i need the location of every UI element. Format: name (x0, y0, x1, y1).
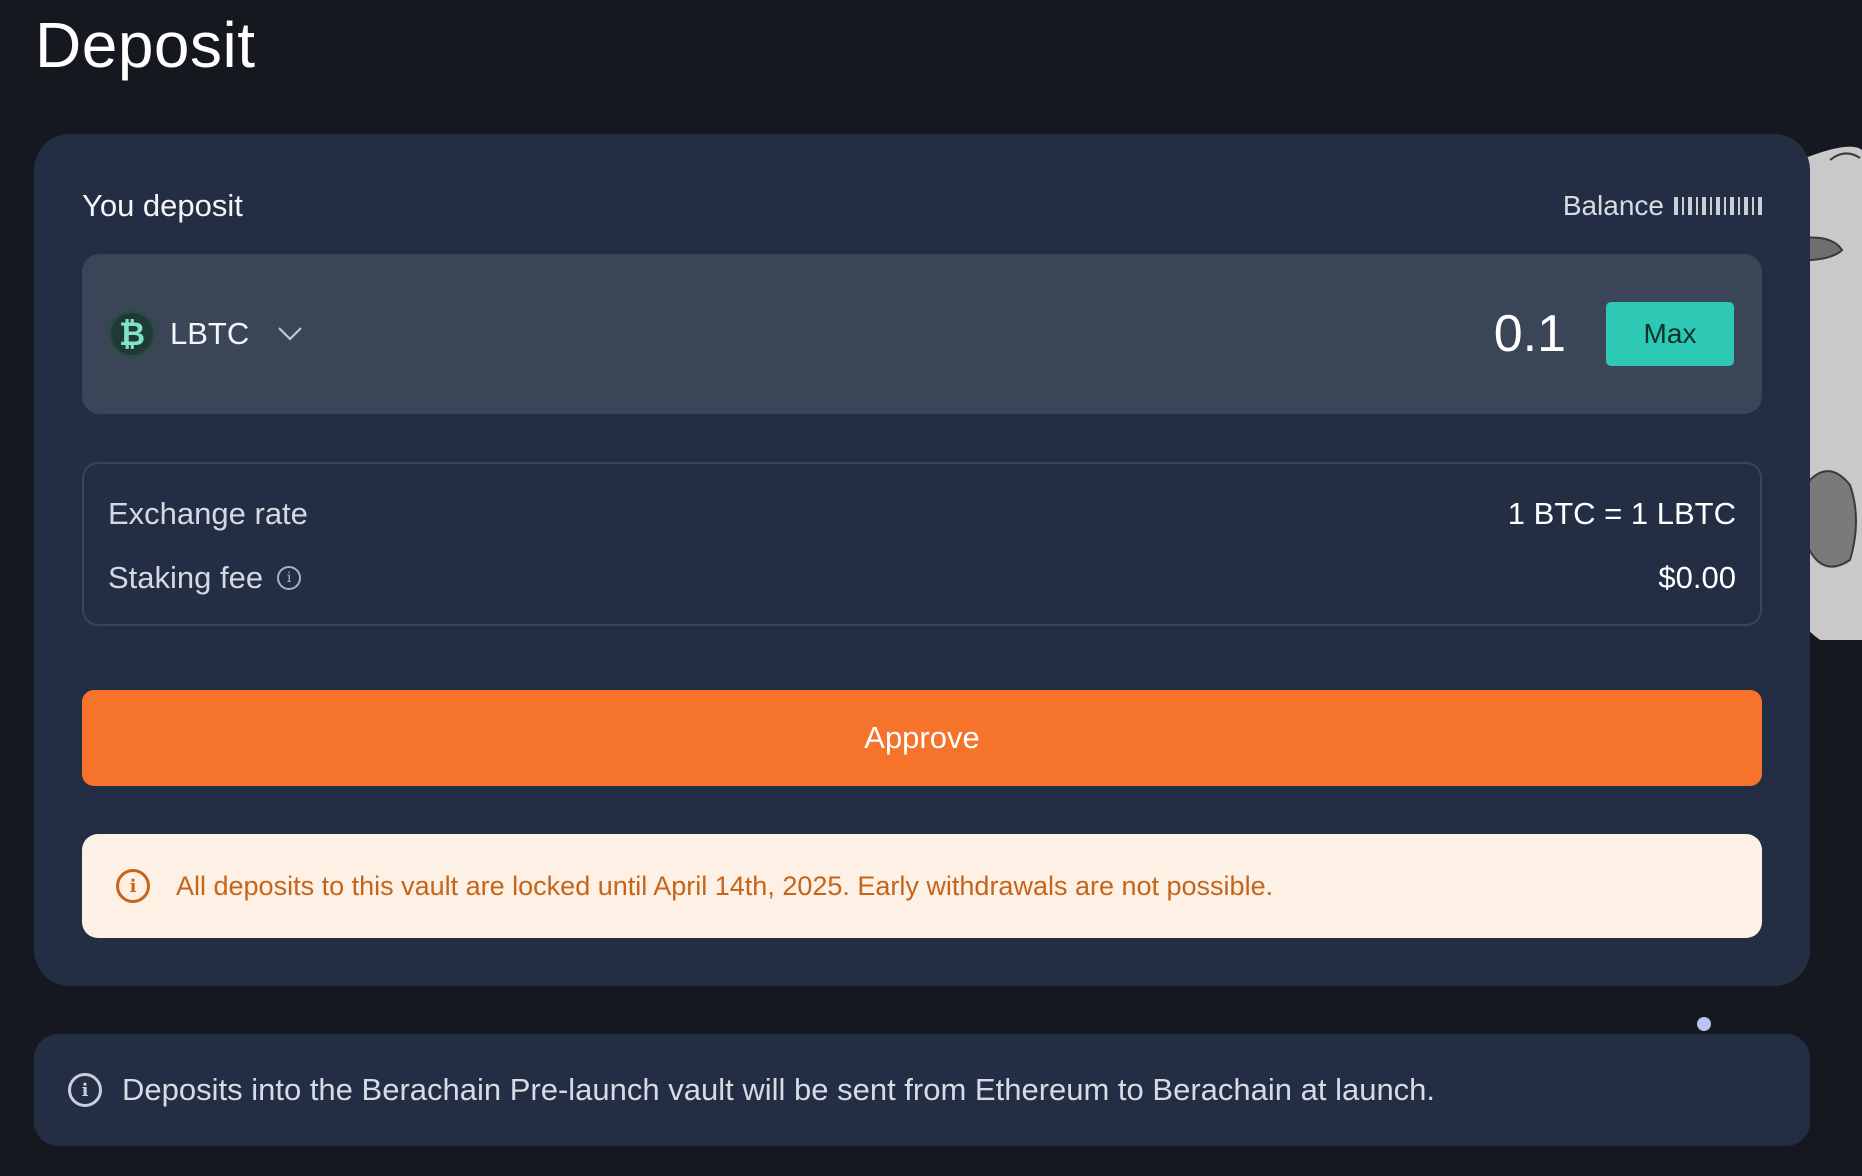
lock-warning: i All deposits to this vault are locked … (82, 834, 1762, 938)
amount-input[interactable] (1166, 302, 1566, 366)
token-symbol: LBTC (170, 316, 250, 351)
page-title: Deposit (35, 9, 256, 81)
max-button[interactable]: Max (1606, 302, 1734, 366)
deposit-card: You deposit Balance ₿ LBTC Max Exchange … (34, 134, 1810, 986)
info-icon: i (68, 1073, 102, 1107)
info-icon[interactable]: i (277, 566, 302, 590)
lock-warning-text: All deposits to this vault are locked un… (176, 870, 1274, 901)
balance-label: Balance (1562, 190, 1664, 221)
balance: Balance (1563, 190, 1766, 222)
staking-fee-label: Staking fee (108, 560, 264, 595)
staking-fee-label-group: Staking fee i (108, 560, 302, 596)
chevron-down-icon (278, 327, 303, 341)
exchange-rate-label: Exchange rate (108, 496, 308, 531)
approve-button[interactable]: Approve (82, 690, 1762, 786)
token-selector[interactable]: ₿ LBTC (108, 310, 303, 358)
deposit-card-header: You deposit Balance (82, 186, 1766, 226)
amount-box: ₿ LBTC Max (82, 254, 1762, 414)
balance-value-redacted (1674, 197, 1766, 215)
staking-fee-row: Staking fee i $0.00 (108, 558, 1736, 598)
berachain-note-text: Deposits into the Berachain Pre-launch v… (122, 1072, 1436, 1107)
bitcoin-icon: ₿ (108, 310, 156, 358)
staking-fee-value: $0.00 (1658, 560, 1736, 595)
you-deposit-label: You deposit (82, 188, 243, 223)
info-icon: i (116, 869, 150, 903)
page: Deposit You deposit Balance ₿ LBTC Max (0, 0, 1862, 1176)
berachain-note: i Deposits into the Berachain Pre-launch… (34, 1034, 1810, 1146)
exchange-rate-row: Exchange rate 1 BTC = 1 LBTC (108, 494, 1736, 534)
exchange-rate-value: 1 BTC = 1 LBTC (1507, 496, 1736, 531)
details-box: Exchange rate 1 BTC = 1 LBTC Staking fee… (82, 462, 1762, 626)
indicator-dot (1697, 1017, 1711, 1031)
